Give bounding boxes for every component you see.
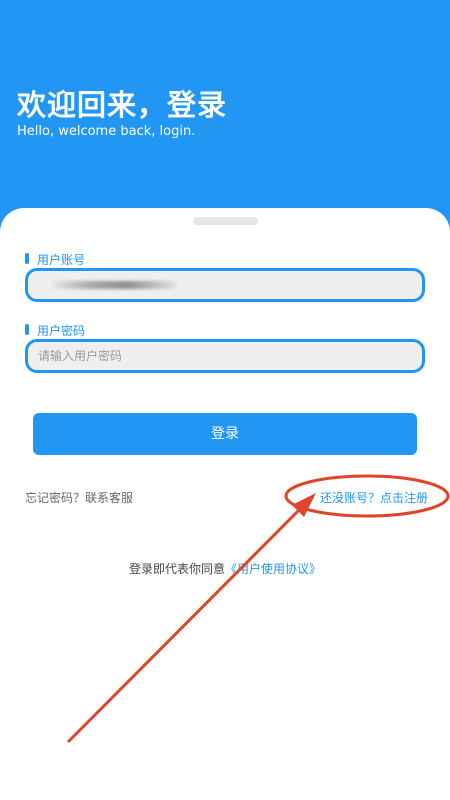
login-card: 用户账号 用户密码 登录 忘记密码？联系客服 还没账号？点击注册 登录即代表你同… [0,208,450,800]
password-label: 用户密码 [25,322,85,339]
welcome-subtitle: Hello, welcome back, login. [17,124,196,139]
account-field[interactable] [25,268,425,302]
drag-handle[interactable] [193,217,258,225]
agreement-text: 登录即代表你同意《用户使用协议》 [129,560,321,577]
forgot-password-link[interactable]: 忘记密码？联系客服 [25,489,133,506]
login-button[interactable]: 登录 [33,413,417,455]
account-label: 用户账号 [25,251,85,268]
redacted-account-value [52,281,177,289]
password-field[interactable] [25,339,425,373]
password-input[interactable] [28,342,422,370]
agreement-prefix: 登录即代表你同意 [129,562,226,576]
register-link[interactable]: 还没账号？点击注册 [320,489,428,506]
welcome-title: 欢迎回来，登录 [17,88,228,122]
user-agreement-link[interactable]: 《用户使用协议》 [225,562,321,576]
